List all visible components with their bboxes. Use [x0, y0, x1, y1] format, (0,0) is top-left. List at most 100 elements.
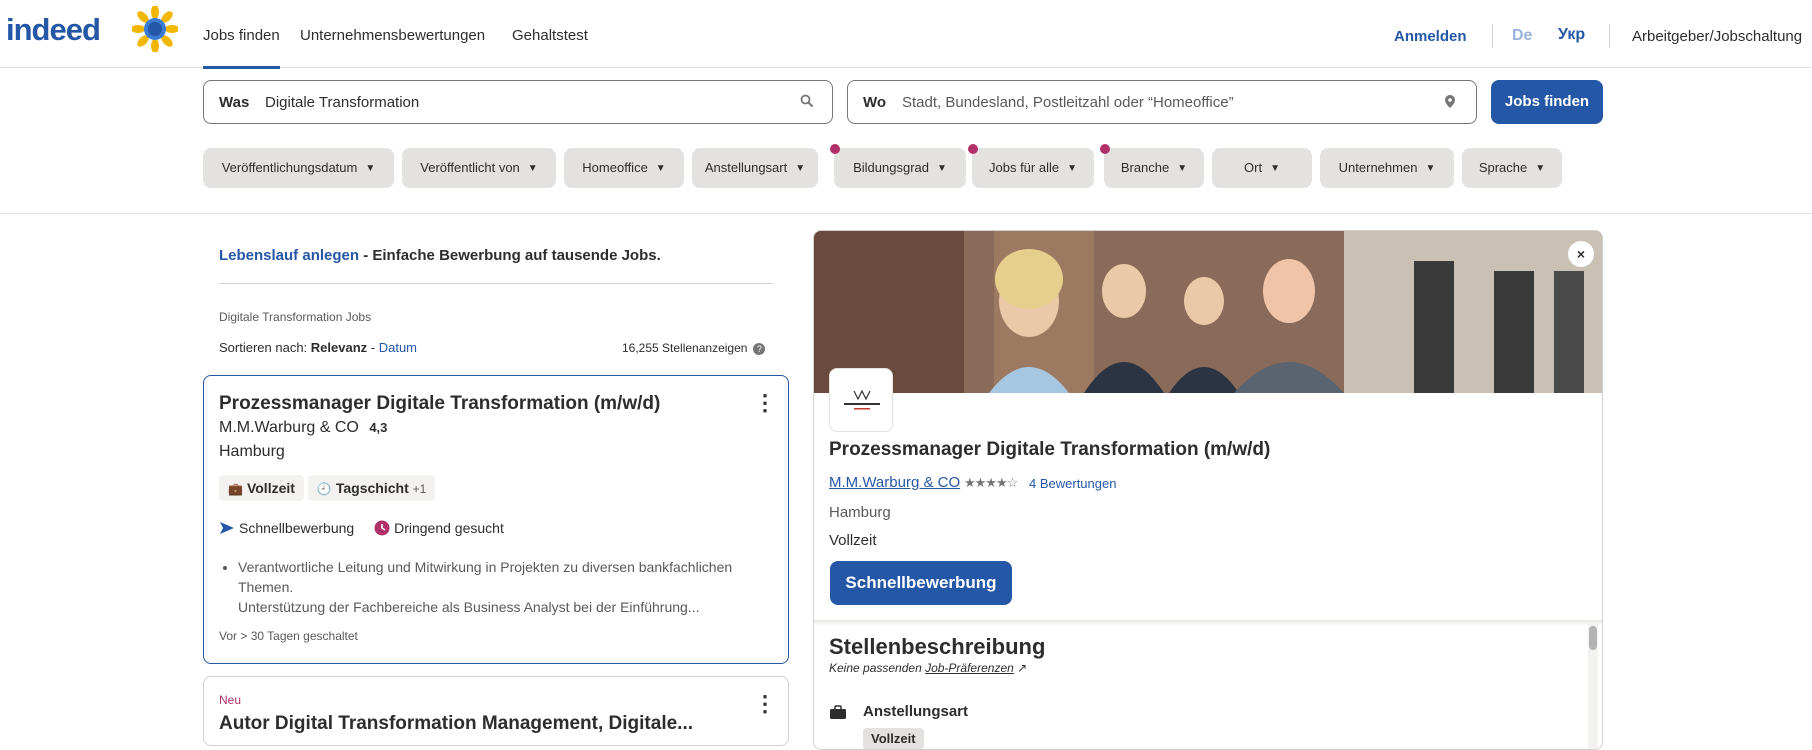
filter-homeoffice[interactable]: Homeoffice ▼ [564, 148, 684, 188]
where-search-field[interactable]: Wo Stadt, Bundesland, Postleitzahl oder … [847, 80, 1477, 124]
briefcase-icon [830, 705, 846, 719]
filter-label: Veröffentlicht von [420, 160, 520, 175]
search-icon [800, 94, 814, 111]
snippet-bullet: Verantwortliche Leitung und Mitwirkung i… [238, 557, 758, 597]
find-jobs-button[interactable]: Jobs finden [1491, 80, 1603, 124]
send-arrow-icon [220, 522, 234, 534]
company-logo[interactable] [829, 368, 893, 432]
rating-stars-icon: ★★★★☆ [964, 475, 1018, 490]
sort-separator: - [367, 340, 379, 355]
detail-job-type: Vollzeit [829, 532, 877, 549]
tag-label: Vollzeit [246, 480, 295, 496]
caret-down-icon: ▼ [1535, 162, 1546, 174]
briefcase-icon: 💼 [228, 482, 243, 496]
reviews-link[interactable]: 4 Bewertungen [1029, 476, 1116, 491]
filter-industry[interactable]: Branche ▼ [1100, 144, 1204, 188]
login-link[interactable]: Anmelden [1394, 28, 1467, 45]
filters-divider [0, 213, 1812, 214]
more-options-icon[interactable]: ⋮ [754, 693, 776, 715]
filter-label: Bildungsgrad [853, 160, 929, 175]
nav-jobs-finden[interactable]: Jobs finden [203, 27, 280, 69]
header-divider [1492, 24, 1493, 48]
quick-apply-button[interactable]: Schnellbewerbung [830, 561, 1012, 605]
breadcrumb: Digitale Transformation Jobs [219, 310, 372, 324]
job-title[interactable]: Autor Digital Transformation Management,… [219, 713, 693, 735]
scrollbar-thumb[interactable] [1589, 626, 1597, 650]
location-pin-icon [1444, 94, 1456, 112]
result-count-text: 16,255 Stellenanzeigen [622, 341, 748, 355]
caret-down-icon: ▼ [365, 162, 376, 174]
filter-jobs-for-all[interactable]: Jobs für alle ▼ [968, 144, 1094, 188]
resume-promo-text: - Einfache Bewerbung auf tausende Jobs. [359, 247, 661, 264]
caret-down-icon: ▼ [1067, 162, 1077, 174]
filter-date[interactable]: Veröffentlichungsdatum ▼ [203, 148, 394, 188]
quick-apply-line: Schnellbewerbung Dringend gesucht [219, 520, 504, 536]
promo-divider [219, 283, 773, 284]
clock-icon: 🕘 [316, 482, 332, 496]
job-preferences-link[interactable]: Job-Präferenzen [925, 661, 1014, 675]
job-title[interactable]: Prozessmanager Digitale Transformation (… [219, 393, 660, 415]
detail-company-link[interactable]: M.M.Warburg & CO [829, 474, 960, 491]
what-search-field[interactable]: Was Digitale Transformation [203, 80, 833, 124]
job-tags: 💼 Vollzeit 🕘 Tagschicht +1 [219, 475, 439, 501]
active-dot [830, 144, 840, 154]
caret-down-icon: ▼ [1177, 162, 1188, 174]
filter-label: Anstellungsart [704, 160, 788, 175]
filter-location[interactable]: Ort ▼ [1212, 148, 1312, 188]
job-snippet: Verantwortliche Leitung und Mitwirkung i… [238, 557, 758, 617]
create-resume-link[interactable]: Lebenslauf anlegen [219, 247, 359, 264]
nav-unternehmensbewertungen[interactable]: Unternehmensbewertungen [300, 27, 485, 44]
job-card[interactable]: Neu Autor Digital Transformation Managem… [203, 676, 789, 746]
filter-label: Veröffentlichungsdatum [221, 160, 358, 175]
filter-label: Jobs für alle [989, 160, 1060, 175]
detail-job-title: Prozessmanager Digitale Transformation (… [829, 439, 1271, 460]
filter-label: Sprache [1478, 160, 1528, 175]
job-card[interactable]: Prozessmanager Digitale Transformation (… [203, 375, 789, 664]
filter-label: Homeoffice [582, 160, 648, 175]
filter-company[interactable]: Unternehmen ▼ [1320, 148, 1454, 188]
more-options-icon[interactable]: ⋮ [754, 392, 776, 414]
lang-uk[interactable]: Укр [1558, 26, 1585, 44]
urgent-clock-icon [374, 520, 390, 536]
filter-label: Branche [1120, 160, 1170, 175]
tag-more: +1 [412, 482, 427, 496]
top-header: indeed Jobs finden Unternehmensbewertung… [0, 0, 1812, 69]
filter-education[interactable]: Bildungsgrad ▼ [830, 144, 966, 188]
company-rating: 4,3 [369, 420, 388, 435]
detail-scrollbar[interactable] [1588, 623, 1598, 749]
sort-date-link[interactable]: Datum [379, 340, 417, 355]
detail-location: Hamburg [829, 504, 891, 521]
caret-down-icon: ▼ [1425, 162, 1436, 174]
filter-language[interactable]: Sprache ▼ [1462, 148, 1562, 188]
job-location: Hamburg [219, 443, 285, 460]
employment-type-heading: Anstellungsart [863, 703, 969, 720]
job-detail-pane: × Prozessmanager Digitale Transformation… [813, 230, 1603, 750]
scroll-shadow [814, 620, 1602, 626]
lang-de[interactable]: De [1512, 27, 1532, 45]
description-heading: Stellenbeschreibung [829, 634, 1046, 659]
nav-gehaltstest[interactable]: Gehaltstest [512, 27, 588, 44]
filter-employment-type[interactable]: Anstellungsart ▼ [692, 148, 818, 188]
indeed-logo[interactable]: indeed [6, 12, 101, 48]
posted-date: Vor > 30 Tagen geschaltet [219, 629, 358, 643]
filter-publisher[interactable]: Veröffentlicht von ▼ [402, 148, 556, 188]
snippet-bullet: Unterstützung der Fachbereiche als Busin… [238, 597, 758, 617]
employer-link[interactable]: Arbeitgeber/Jobschaltung [1632, 28, 1802, 45]
caret-down-icon: ▼ [936, 162, 947, 174]
tag-fulltime: 💼 Vollzeit [219, 475, 304, 501]
sort-relevance: Relevanz [310, 340, 368, 355]
tag-shift: 🕘 Tagschicht +1 [307, 475, 436, 501]
caret-down-icon: ▼ [1270, 162, 1280, 174]
external-link-icon: ↗ [1017, 661, 1028, 675]
where-input[interactable]: Stadt, Bundesland, Postleitzahl oder “Ho… [902, 94, 1234, 111]
sort-bar: Sortieren nach: Relevanz - Datum [219, 340, 417, 355]
new-badge: Neu [219, 693, 242, 707]
what-label: Was [219, 94, 250, 111]
company-line: M.M.Warburg & CO 4,3 [219, 419, 387, 437]
sort-prefix: Sortieren nach: [219, 340, 311, 355]
help-icon[interactable]: ? [753, 342, 766, 355]
what-input[interactable]: Digitale Transformation [265, 94, 419, 111]
caret-down-icon: ▼ [795, 162, 806, 174]
where-label: Wo [863, 94, 887, 111]
close-icon[interactable]: × [1568, 241, 1594, 267]
